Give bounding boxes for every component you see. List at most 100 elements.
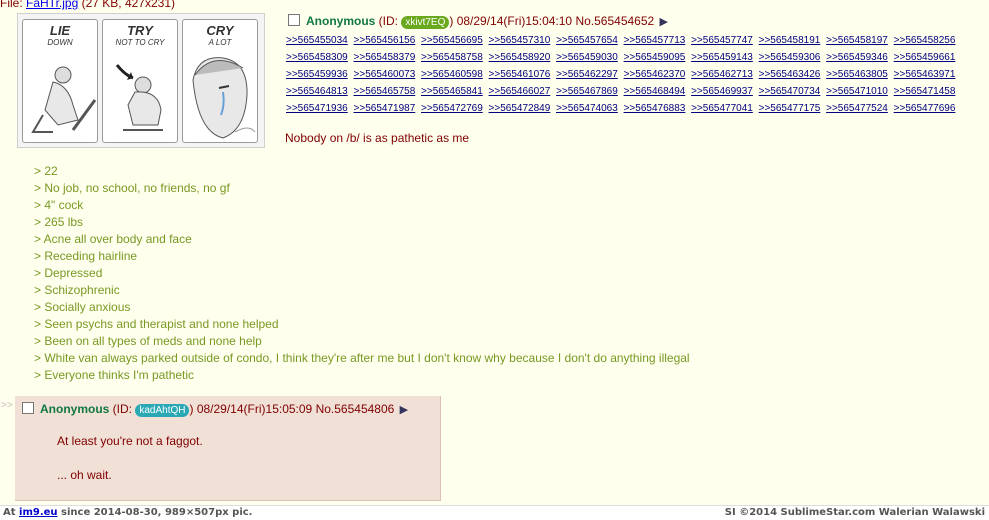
reply-poster-name: Anonymous [40,402,110,416]
backlink[interactable]: >>565477041 [691,103,753,114]
reply-message-line: At least you're not a faggot. [57,434,203,448]
backlink[interactable]: >>565460598 [421,69,483,80]
comic-panel-cry-a-lot: CRY A LOT [182,19,258,143]
file-info-prefix: File: [0,0,27,10]
crying-face-illustration [192,57,256,139]
backlink[interactable]: >>565457310 [489,35,551,46]
reply-id-prefix: (ID: [109,402,136,416]
backlink[interactable]: >>565466027 [489,86,551,97]
file-info: File: FaHTr.jpg (27 KB, 427x231) [0,0,175,10]
backlink[interactable]: >>565472849 [489,103,551,114]
op-post-number[interactable]: No.565454652 [572,14,654,28]
backlink[interactable]: >>565471987 [354,103,416,114]
backlink[interactable]: >>565459346 [826,52,888,63]
backlink[interactable]: >>565458920 [489,52,551,63]
footer-site-link[interactable]: im9.eu [19,507,58,518]
reply-separator: >> [1,400,13,411]
backlink[interactable]: >>565457747 [691,35,753,46]
backlink[interactable]: >>565459030 [556,52,618,63]
reply-poster-id[interactable]: kadAhtQH [135,404,190,417]
backlink[interactable]: >>565458379 [354,52,416,63]
op-post-header: Anonymous (ID: xkivt7EQ) 08/29/14(Fri)15… [288,14,670,29]
backlink[interactable]: >>565458758 [421,52,483,63]
backlink[interactable]: >>565477696 [894,103,956,114]
backlink[interactable]: >>565456156 [354,35,416,46]
backlink[interactable]: >>565460073 [354,69,416,80]
backlink[interactable]: >>565463426 [759,69,821,80]
backlink[interactable]: >>565458256 [894,35,956,46]
file-details: (27 KB, 427x231) [78,0,175,10]
backlink[interactable]: >>565458309 [286,52,348,63]
backlink[interactable]: >>565477524 [826,103,888,114]
post-menu-arrow-icon[interactable]: ▶ [660,16,668,28]
comic-panel-lie-down: LIE DOWN [22,19,98,143]
post-thumbnail[interactable]: LIE DOWN TRY NOT TO CRY CRY A LOT [17,13,265,148]
backlink[interactable]: >>565456695 [421,35,483,46]
backlink[interactable]: >>565471936 [286,103,348,114]
greentext-line: > Everyone thinks I'm pathetic [34,368,195,382]
op-id-prefix: (ID: [375,14,402,28]
backlink[interactable]: >>565458191 [759,35,821,46]
file-link[interactable]: FaHTr.jpg [26,0,78,10]
greentext-line: > No job, no school, no friends, no gf [34,181,230,195]
backlink[interactable]: >>565459936 [286,69,348,80]
backlink[interactable]: >>565457654 [556,35,618,46]
backlink[interactable]: >>565463805 [826,69,888,80]
backlink[interactable]: >>565458197 [826,35,888,46]
backlink[interactable]: >>565476883 [624,103,686,114]
backlink[interactable]: >>565465758 [354,86,416,97]
backlink[interactable]: >>565472769 [421,103,483,114]
backlink[interactable]: >>565467869 [556,86,618,97]
reply-post: Anonymous (ID: kadAhtQH) 08/29/14(Fri)15… [15,396,441,501]
footer-left: At im9.eu since 2014-08-30, 989×507px pi… [3,507,252,518]
backlink[interactable]: >>565462297 [556,69,618,80]
reply-message: At least you're not a faggot. ... oh wai… [57,433,203,484]
backlink[interactable]: >>565455034 [286,35,348,46]
op-datetime: 08/29/14(Fri)15:04:10 [453,14,573,28]
backlink[interactable]: >>565457713 [624,35,686,46]
op-poster-id[interactable]: xkivt7EQ [401,16,450,29]
footer-right: SI ©2014 SublimeStar.com Walerian Walaws… [724,507,985,518]
curled-person-illustration [115,64,163,131]
greentext-line: > Been on all types of meds and none hel… [34,334,262,348]
reply-post-number[interactable]: No.565454806 [312,402,395,416]
backlink[interactable]: >>565462713 [691,69,753,80]
backlink[interactable]: >>565459143 [691,52,753,63]
reply-message-line: ... oh wait. [57,468,112,482]
reply-select-checkbox[interactable] [22,402,34,414]
backlink[interactable]: >>565463971 [894,69,956,80]
backlink[interactable]: >>565459661 [894,52,956,63]
backlink[interactable]: >>565471010 [826,86,888,97]
greentext-line: > Seen psychs and therapist and none hel… [34,317,279,331]
backlink[interactable]: >>565465841 [421,86,483,97]
footer-prefix: At [3,507,20,518]
lying-person-illustration [31,66,97,133]
greentext-line: > 4" cock [34,198,84,212]
op-greentext-block: > 22 > No job, no school, no friends, no … [34,163,690,384]
backlink[interactable]: >>565470734 [759,86,821,97]
op-poster-name: Anonymous [306,14,376,28]
backlink[interactable]: >>565462370 [624,69,686,80]
backlink[interactable]: >>565459306 [759,52,821,63]
op-backlinks: >>565455034 >>565456156 >>565456695 >>56… [286,32,986,117]
greentext-line: > Socially anxious [34,300,131,314]
greentext-line: > White van always parked outside of con… [34,351,690,365]
comic-panel-try-not-to-cry: TRY NOT TO CRY [102,19,178,143]
backlink[interactable]: >>565471458 [894,86,956,97]
backlink[interactable]: >>565459095 [624,52,686,63]
op-select-checkbox[interactable] [288,14,300,26]
backlink[interactable]: >>565469937 [691,86,753,97]
backlink[interactable]: >>565464813 [286,86,348,97]
greentext-line: > 22 [34,164,58,178]
backlink[interactable]: >>565468494 [624,86,686,97]
backlink[interactable]: >>565461076 [489,69,551,80]
reply-post-header: Anonymous (ID: kadAhtQH) 08/29/14(Fri)15… [22,402,410,417]
watermark-footer: At im9.eu since 2014-08-30, 989×507px pi… [0,505,989,520]
backlink[interactable]: >>565477175 [759,103,821,114]
backlink[interactable]: >>565474063 [556,103,618,114]
greentext-line: > Acne all over body and face [34,232,192,246]
reply-menu-arrow-icon[interactable]: ▶ [400,404,408,416]
greentext-line: > 265 lbs [34,215,84,229]
reply-datetime: 08/29/14(Fri)15:05:09 [193,402,313,416]
footer-suffix: since 2014-08-30, 989×507px pic. [57,507,253,518]
